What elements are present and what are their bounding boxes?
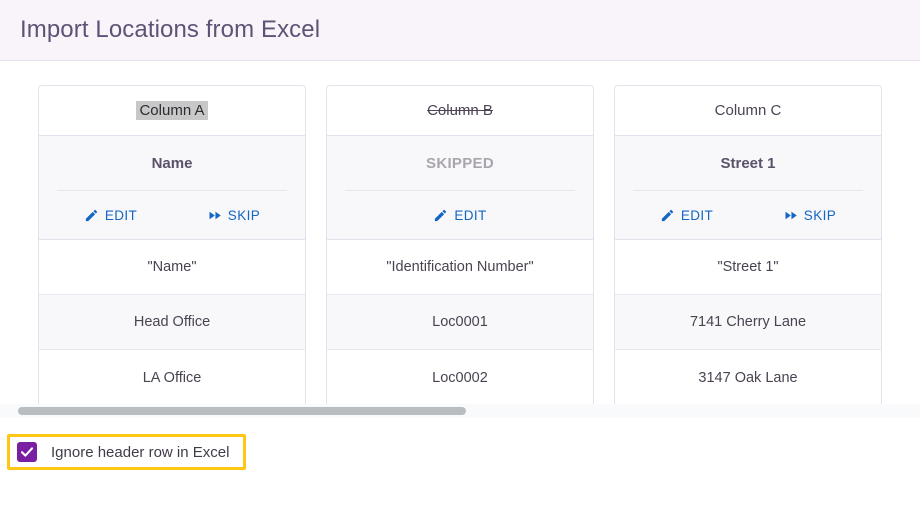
skip-button-label: SKIP [803,207,837,223]
edit-column-button[interactable]: EDIT [427,204,492,227]
column-mapping-block: SKIPPED EDIT [327,136,593,240]
check-icon [20,447,34,457]
column-source-header-cell: Column B [327,86,593,136]
columns-viewport: Column A Name EDIT SKIP "Name" Head Office LA … [0,61,920,418]
column-mapped-field: Street 1 [720,154,776,172]
pencil-icon [661,209,673,221]
ignore-header-row-label[interactable]: Ignore header row in Excel [51,444,229,461]
edit-button-label: EDIT [104,207,138,223]
column-actions: EDIT SKIP [39,191,305,239]
skip-column-button[interactable]: SKIP [201,204,266,227]
pencil-icon [435,209,447,221]
skip-next-icon [209,211,221,219]
column-actions: EDIT SKIP [615,191,881,239]
page-title: Import Locations from Excel [20,16,321,43]
column-mapped-field: Name [151,154,193,172]
horizontal-scrollbar-track[interactable] [0,404,920,418]
column-actions: EDIT [327,191,593,239]
column-source-header-label: Column C [714,102,782,119]
edit-button-label: EDIT [680,207,714,223]
column-data-cell: Loc0002 [327,350,593,405]
columns-row: Column A Name EDIT SKIP "Name" Head Office LA … [0,85,920,406]
footer-area: Ignore header row in Excel [0,418,920,523]
edit-column-button[interactable]: EDIT [78,204,143,227]
column-data-cell: LA Office [39,350,305,405]
column-data-cell: "Identification Number" [327,240,593,295]
column-data-cell: Loc0001 [327,295,593,350]
column-data-cell: 7141 Cherry Lane [615,295,881,350]
edit-button-label: EDIT [454,207,487,223]
column-card: Column B SKIPPED EDIT "Identification Numbe… [326,85,594,406]
column-data-cell: "Street 1" [615,240,881,295]
edit-column-button[interactable]: EDIT [654,204,719,227]
skip-button-label: SKIP [227,207,261,223]
column-card: Column C Street 1 EDIT SKIP "Street 1" 7141 C… [614,85,882,406]
column-data-cell: Head Office [39,295,305,350]
ignore-header-row-checkbox[interactable] [17,442,37,462]
column-data-cell: "Name" [39,240,305,295]
skip-column-button[interactable]: SKIP [777,204,842,227]
import-locations-page: Import Locations from Excel Column A Name… [0,0,920,523]
column-source-header-label: Column B [427,102,493,119]
column-data-cell: 3147 Oak Lane [615,350,881,405]
ignore-header-row-checkbox-group[interactable]: Ignore header row in Excel [7,434,247,470]
column-source-header-cell: Column C [615,86,881,136]
column-mapping-block: Street 1 EDIT SKIP [615,136,881,240]
horizontal-scrollbar-thumb[interactable] [18,407,466,415]
column-skipped-badge: SKIPPED [426,154,494,172]
column-source-header-cell: Column A [39,86,305,136]
column-mapping-block: Name EDIT SKIP [39,136,305,240]
column-source-header-label: Column A [136,101,208,120]
pencil-icon [85,209,97,221]
page-header: Import Locations from Excel [0,0,920,61]
skip-next-icon [785,211,797,219]
column-card: Column A Name EDIT SKIP "Name" Head Office LA … [38,85,306,406]
